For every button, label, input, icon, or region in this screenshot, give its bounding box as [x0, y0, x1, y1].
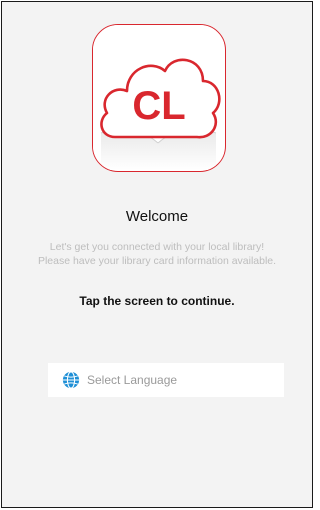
cloud-book-icon: CL [93, 25, 224, 170]
select-language-dropdown[interactable]: Select Language [48, 363, 284, 397]
welcome-title: Welcome [125, 208, 189, 225]
logo-text: CL [132, 84, 185, 128]
subtitle-line-2: Please have your library card informatio… [37, 255, 277, 267]
app-logo: CL [92, 24, 226, 172]
globe-icon [62, 371, 80, 389]
welcome-subtitle: Let's get you connected with your local … [2, 240, 312, 268]
tap-to-continue-prompt: Tap the screen to continue. [79, 294, 235, 308]
welcome-screen[interactable]: CL Welcome Let's get you connected with … [1, 1, 313, 508]
select-language-label: Select Language [87, 373, 178, 387]
subtitle-line-1: Let's get you connected with your local … [49, 241, 265, 253]
